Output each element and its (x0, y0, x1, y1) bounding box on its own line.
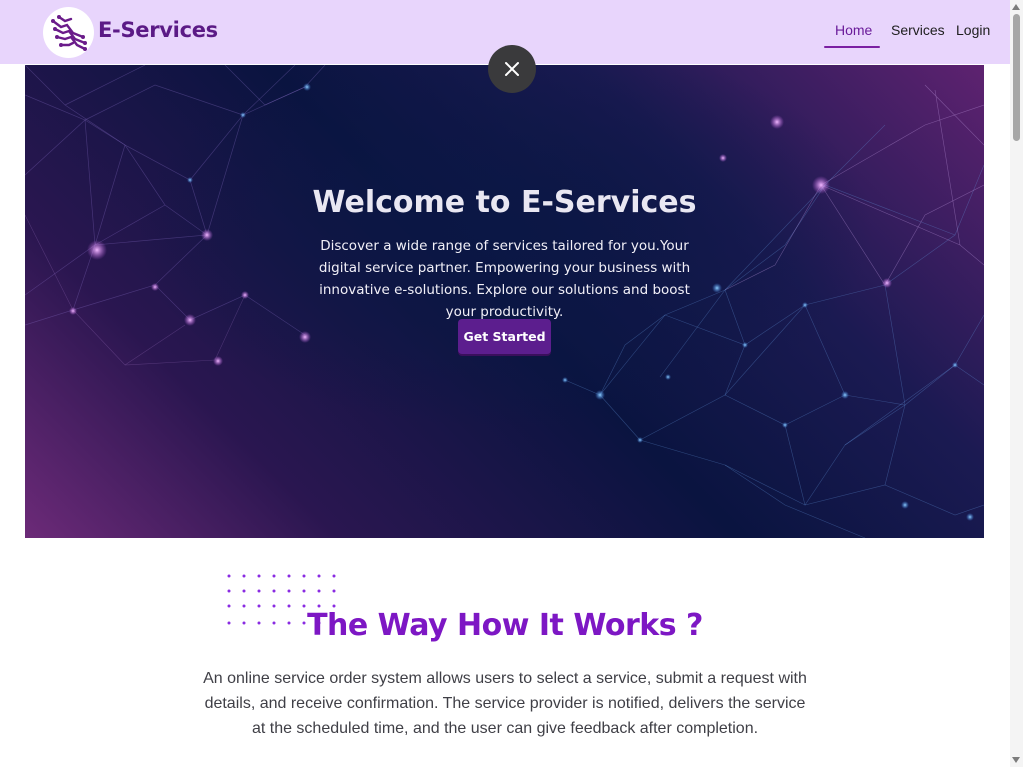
scroll-down-icon[interactable] (1012, 757, 1020, 763)
how-it-works-title: The Way How It Works ? (307, 608, 703, 643)
hero-description: Discover a wide range of services tailor… (318, 238, 691, 320)
get-started-button[interactable]: Get Started (458, 319, 551, 354)
circuit-hand-logo-icon (51, 15, 87, 51)
logo[interactable] (43, 7, 94, 58)
close-button[interactable] (488, 45, 536, 93)
brand-name[interactable]: E-Services (98, 18, 218, 42)
nav-home-link[interactable]: Home (835, 22, 872, 38)
nav-services-link[interactable]: Services (891, 22, 945, 38)
scrollbar-thumb[interactable] (1013, 14, 1020, 141)
hero-banner: Welcome to E-Services Discover a wide ra… (25, 65, 984, 538)
how-it-works-description: An online service order system allows us… (203, 670, 807, 737)
scroll-up-icon[interactable] (1012, 4, 1020, 10)
hero-title: Welcome to E-Services (312, 185, 697, 220)
active-nav-indicator (824, 46, 880, 48)
close-icon (505, 62, 519, 76)
nav-login-link[interactable]: Login (956, 22, 990, 38)
